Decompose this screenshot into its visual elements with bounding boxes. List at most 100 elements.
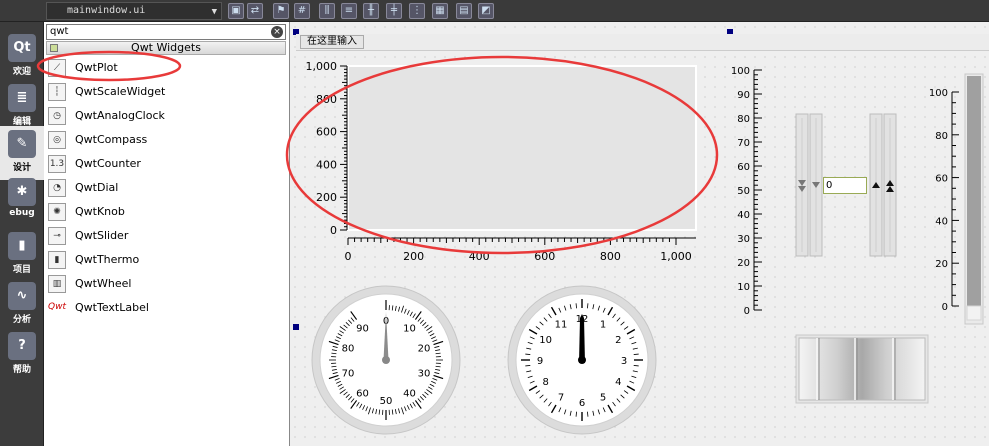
qwt-scale-widget[interactable]: 1009080706050403020100 <box>730 62 770 322</box>
mode-label: 分析 <box>12 315 31 325</box>
y-tick-label: 1,000 <box>306 60 338 73</box>
clock-tick <box>587 303 589 309</box>
widget-item-qwtanalogclock[interactable]: ◷ QwtAnalogClock <box>48 105 284 127</box>
designer-toolbar: mainwindow.ui ▼ ▣ ⇄ ⚑ # ⫼ ≡ ╫ ╪ ⋮ ▦ ▤ ◩ <box>0 0 989 22</box>
clear-icon[interactable]: × <box>271 26 283 38</box>
scale-tick-label: 70 <box>737 138 750 149</box>
welcome-mode-icon: Qt <box>8 34 36 62</box>
form-editor-canvas[interactable]: 在这里输入 1,000 800 600 400 200 0 0 200 400 600 800 1,0… <box>290 22 989 446</box>
help-mode-icon: ? <box>8 332 36 360</box>
widget-item-label: QwtDial <box>75 181 119 194</box>
design-mode-icon: ✎ <box>8 130 36 158</box>
edit-signals-icon[interactable]: ⇄ <box>247 3 263 19</box>
clock-tick <box>633 365 639 367</box>
mode-label: 帮助 <box>12 365 31 375</box>
clock-tick <box>587 411 589 417</box>
adjust-size-icon[interactable]: ◩ <box>478 3 494 19</box>
qwt-thermo-widget[interactable]: 100 80 60 40 20 0 <box>920 72 989 327</box>
layout-h-splitter-icon[interactable]: ╫ <box>363 3 379 19</box>
x-tick-label: 0 <box>345 250 352 263</box>
scale-tick-label: 80 <box>737 114 750 125</box>
layout-grid-icon[interactable]: ▦ <box>432 3 448 19</box>
projects-mode-icon: ▮ <box>8 232 36 260</box>
layout-horizontal-icon[interactable]: ⫼ <box>319 3 335 19</box>
widget-item-qwtthermo[interactable]: ▮ QwtThermo <box>48 249 284 271</box>
analyze-mode-icon: ∿ <box>8 282 36 310</box>
dial-scale-label: 20 <box>418 344 431 355</box>
qwt-wheel-widget[interactable] <box>795 334 930 406</box>
clock-tick <box>575 303 577 309</box>
y-tick-label: 600 <box>316 126 337 139</box>
scale-tick-label: 50 <box>737 186 750 197</box>
x-tick-label: 600 <box>534 250 555 263</box>
widget-filter-input[interactable]: qwt × <box>46 24 286 40</box>
clock-tick <box>525 365 531 367</box>
widget-item-label: QwtScaleWidget <box>75 85 166 98</box>
widget-item-qwtdial[interactable]: ◔ QwtDial <box>48 177 284 199</box>
widget-item-qwttextlabel[interactable]: Qwt QwtTextLabel <box>48 297 284 319</box>
widget-item-label: QwtTextLabel <box>75 301 149 314</box>
mode-label: 设计 <box>12 163 31 173</box>
mode-help[interactable]: ? 帮助 <box>0 328 44 382</box>
widget-item-label: QwtPlot <box>75 61 118 74</box>
qwt-counter-widget[interactable]: 0 <box>823 177 867 194</box>
widget-item-label: QwtCompass <box>75 133 148 146</box>
scale-tick-label: 0 <box>744 306 750 317</box>
thermo-icon: ▮ <box>48 251 66 269</box>
dial-scale-label: 60 <box>356 388 369 399</box>
y-tick-label: 800 <box>316 93 337 106</box>
selection-handle-middle-left[interactable] <box>293 324 299 330</box>
clock-hub <box>578 356 586 364</box>
break-layout-icon[interactable]: ▤ <box>456 3 472 19</box>
edit-tab-order-icon[interactable]: # <box>294 3 310 19</box>
layout-v-splitter-icon[interactable]: ╪ <box>386 3 402 19</box>
wheel-surface[interactable] <box>798 337 926 401</box>
menu-type-here-item[interactable]: 在这里输入 <box>300 35 364 49</box>
qwt-dial-widget[interactable]: 0102030405060708090 <box>310 284 462 436</box>
edit-widgets-icon[interactable]: ▣ <box>228 3 244 19</box>
x-tick-label: 400 <box>469 250 490 263</box>
scale-tick-label: 30 <box>737 234 750 245</box>
widget-item-qwtcounter[interactable]: 1.3 QwtCounter <box>48 153 284 175</box>
qwt-analog-clock-widget[interactable]: 121234567891011 <box>506 284 658 436</box>
layout-vertical-icon[interactable]: ≡ <box>341 3 357 19</box>
form-menubar: 在这里输入 <box>296 34 989 51</box>
scale-tick-label: 90 <box>737 90 750 101</box>
widget-item-qwtknob[interactable]: ✺ QwtKnob <box>48 201 284 223</box>
mode-design[interactable]: ✎ 设计 <box>0 126 44 180</box>
x-tick-label: 1,000 <box>660 250 692 263</box>
dial-scale-label: 80 <box>342 344 355 355</box>
widget-category-header[interactable]: Qwt Widgets <box>46 41 286 55</box>
dial-hub <box>382 356 390 364</box>
knob-icon: ✺ <box>48 203 66 221</box>
clock-hour-label: 2 <box>615 335 621 346</box>
wheel-icon: ▥ <box>48 275 66 293</box>
open-file-combo[interactable]: mainwindow.ui ▼ <box>46 2 222 20</box>
dial-icon: ◔ <box>48 179 66 197</box>
triangle-down-icon: ▼ <box>211 7 217 17</box>
widget-item-qwtslider[interactable]: ⊸ QwtSlider <box>48 225 284 247</box>
widget-item-label: QwtThermo <box>75 253 140 266</box>
widget-item-qwtcompass[interactable]: ◎ QwtCompass <box>48 129 284 151</box>
clock-tick <box>575 411 577 417</box>
y-tick-label: 0 <box>330 224 337 237</box>
edit-buddies-icon[interactable]: ⚑ <box>273 3 289 19</box>
widget-item-qwtplot[interactable]: ⟋ QwtPlot <box>48 57 284 79</box>
mode-projects[interactable]: ▮ 项目 <box>0 228 44 282</box>
category-toggle-icon <box>50 44 58 52</box>
mode-welcome[interactable]: Qt 欢迎 <box>0 30 44 84</box>
y-tick-label: 200 <box>316 191 337 204</box>
widget-box-panel: qwt × Qwt Widgets ⟋ QwtPlot ┆ QwtScaleWidge… <box>44 22 290 446</box>
widget-item-qwtwheel[interactable]: ▥ QwtWheel <box>48 273 284 295</box>
mode-debug[interactable]: ✱ ebug <box>0 174 44 228</box>
widget-item-qwtscalewidget[interactable]: ┆ QwtScaleWidget <box>48 81 284 103</box>
slider-icon: ⊸ <box>48 227 66 245</box>
layout-form-icon[interactable]: ⋮ <box>409 3 425 19</box>
qwt-plot-widget[interactable]: 1,000 800 600 400 200 00 200 400 600 800 1,000 <box>296 58 706 270</box>
mode-analyze[interactable]: ∿ 分析 <box>0 278 44 332</box>
dial-scale-label: 30 <box>418 368 431 379</box>
clock-hour-label: 8 <box>542 377 548 388</box>
y-tick-label: 400 <box>316 158 337 171</box>
mode-label: 欢迎 <box>12 67 31 77</box>
clock-tick <box>525 353 531 355</box>
